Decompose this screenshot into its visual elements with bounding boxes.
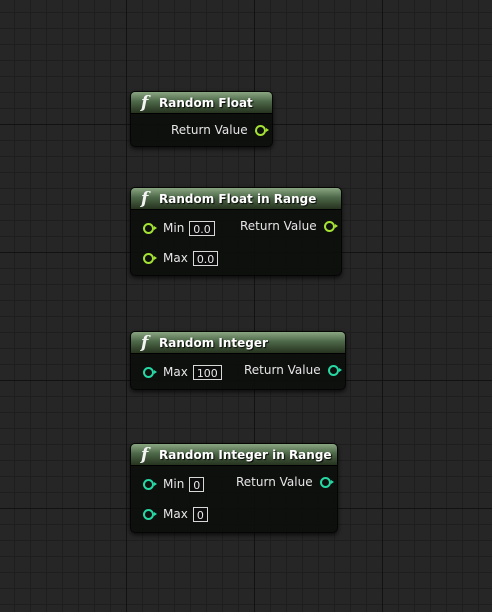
min-input-row: Min 0 [143, 476, 205, 492]
return-value-pin[interactable] [254, 124, 269, 136]
node-header[interactable]: f Random Float [131, 92, 272, 114]
return-value-pin[interactable] [319, 476, 334, 488]
return-value-label: Return Value [171, 123, 248, 137]
min-value-field[interactable]: 0 [189, 476, 205, 492]
max-input-pin[interactable] [143, 252, 157, 264]
min-input-row: Min 0.0 [143, 220, 215, 236]
return-value-pin[interactable] [327, 364, 342, 376]
return-value-row: Return Value [244, 362, 342, 378]
max-input-row: Max 100 [143, 364, 222, 380]
min-label: Min [163, 477, 185, 491]
max-input-row: Max 0.0 [143, 250, 219, 266]
node-title: Random Integer in Range [159, 447, 332, 462]
max-value-field[interactable]: 0.0 [192, 250, 219, 266]
node-title: Random Integer [159, 335, 268, 350]
min-value-field[interactable]: 0.0 [189, 220, 215, 236]
max-label: Max [163, 251, 188, 265]
max-value-field[interactable]: 0 [192, 506, 208, 522]
random-float-in-range-node[interactable]: f Random Float in Range Min 0.0 Max 0.0 … [130, 187, 342, 276]
min-input-pin[interactable] [143, 222, 157, 234]
max-value-field[interactable]: 100 [192, 364, 222, 380]
max-input-pin[interactable] [143, 366, 157, 378]
return-value-pin[interactable] [323, 220, 338, 232]
random-float-node[interactable]: f Random Float Return Value [130, 91, 273, 147]
min-label: Min [163, 221, 185, 235]
return-value-label: Return Value [244, 363, 321, 377]
node-title: Random Float [159, 95, 253, 110]
random-integer-node[interactable]: f Random Integer Max 100 Return Value [130, 331, 346, 390]
return-value-label: Return Value [240, 219, 317, 233]
random-integer-in-range-node[interactable]: f Random Integer in Range Min 0 Max 0 Re… [130, 443, 338, 533]
return-value-row: Return Value [236, 474, 334, 490]
function-icon: f [141, 332, 149, 353]
node-header[interactable]: f Random Integer in Range [131, 444, 337, 466]
return-value-row: Return Value [171, 122, 269, 138]
node-header[interactable]: f Random Integer [131, 332, 345, 354]
return-value-row: Return Value [240, 218, 338, 234]
return-value-label: Return Value [236, 475, 313, 489]
function-icon: f [141, 92, 149, 113]
node-header[interactable]: f Random Float in Range [131, 188, 341, 210]
min-input-pin[interactable] [143, 478, 157, 490]
max-input-pin[interactable] [143, 508, 157, 520]
function-icon: f [141, 444, 149, 465]
function-icon: f [141, 188, 149, 209]
max-input-row: Max 0 [143, 506, 208, 522]
node-title: Random Float in Range [159, 191, 317, 206]
max-label: Max [163, 365, 188, 379]
max-label: Max [163, 507, 188, 521]
